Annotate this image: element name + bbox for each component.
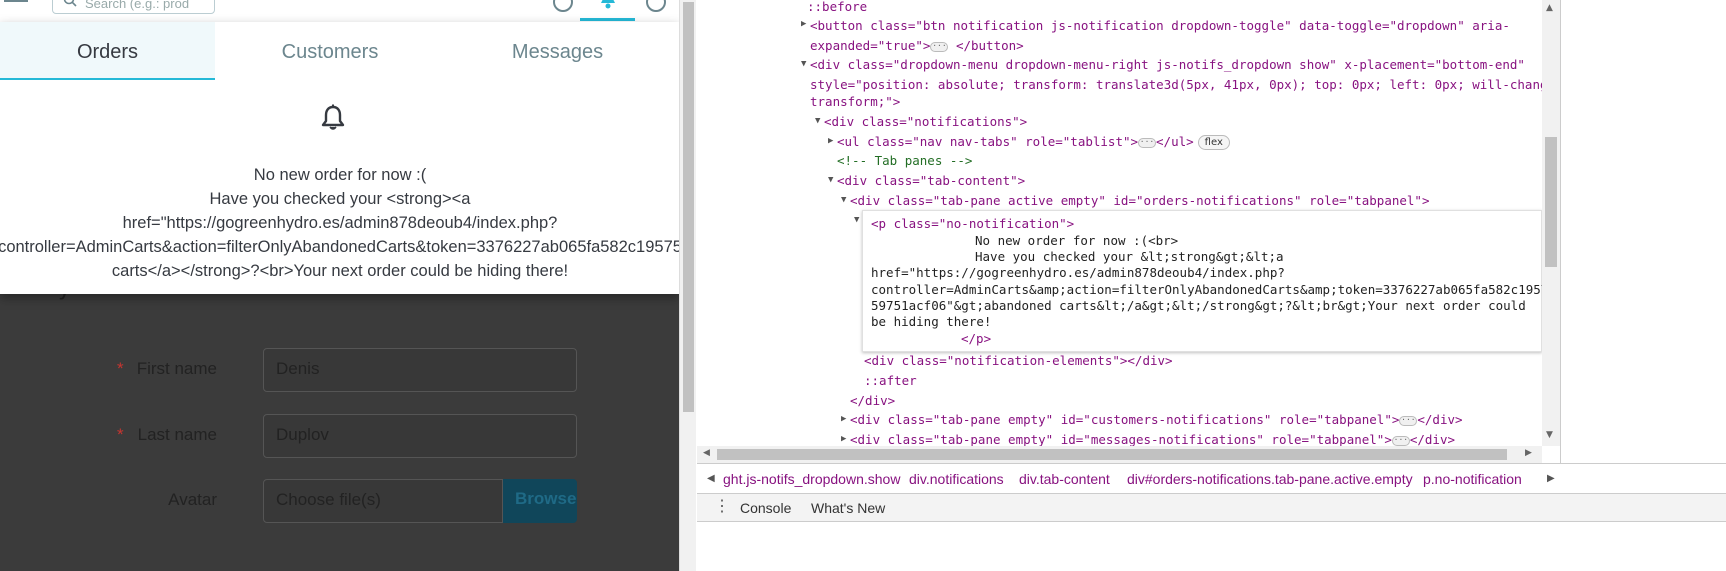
tab-console[interactable]: Console xyxy=(740,500,791,516)
menu-icon[interactable] xyxy=(4,0,28,6)
page-scrollbar[interactable] xyxy=(679,0,696,571)
styles-sidebar xyxy=(1560,0,1726,463)
scroll-up-icon[interactable]: ▲ xyxy=(1546,3,1553,13)
expand-triangle-icon[interactable]: ▶ xyxy=(841,434,846,444)
tree-text: <ul class="nav nav-tabs" role="tablist"> xyxy=(837,134,1139,149)
scroll-right-icon[interactable]: ▶ xyxy=(1525,448,1532,458)
devtools-drawer-tabs: ⋮ Console What's New xyxy=(697,493,1726,521)
scrollbar-thumb[interactable] xyxy=(683,2,694,412)
notification-line: href="https://gogreenhydro.es/admin878de… xyxy=(122,214,558,232)
notification-bell-icon[interactable] xyxy=(596,0,620,14)
collapse-triangle-icon[interactable]: ▼ xyxy=(815,116,820,126)
tree-line[interactable]: <div class="tab-pane empty" id="messages… xyxy=(850,431,1455,446)
tree-text: expanded="true"> xyxy=(810,38,931,53)
notification-line: controller=AdminCarts&action=filterOnlyA… xyxy=(0,238,679,256)
collapse-triangle-icon[interactable]: ▼ xyxy=(841,195,846,205)
bell-icon xyxy=(321,104,345,130)
tree-text-line: be hiding there! xyxy=(871,314,992,329)
first-name-label: First name xyxy=(136,359,217,378)
tree-text: </ul> xyxy=(1156,134,1194,149)
breadcrumb-item-active[interactable]: p.no-notification xyxy=(1423,471,1522,487)
tree-line[interactable]: style="position: absolute; transform: tr… xyxy=(810,76,1542,94)
tree-text-line: href="https://gogreenhydro.es/admin878de… xyxy=(871,265,1285,280)
breadcrumb-scroll-right-icon[interactable]: ▶ xyxy=(1547,473,1555,484)
last-name-field[interactable]: Duplov xyxy=(263,414,577,458)
breadcrumb-item[interactable]: div.notifications xyxy=(909,471,1004,487)
tab-customers[interactable]: Customers xyxy=(215,22,445,80)
dom-breadcrumb: ◀ ght.js-notifs_dropdown.show div.notifi… xyxy=(697,463,1726,493)
horizontal-scrollbar[interactable]: ◀ ▶ xyxy=(697,446,1542,463)
search-icon xyxy=(63,0,77,7)
tab-whats-new[interactable]: What's New xyxy=(811,500,885,516)
profile-icon[interactable] xyxy=(644,0,668,14)
avatar-label: Avatar xyxy=(168,490,217,509)
search-input[interactable]: Search (e.g.: prod xyxy=(52,0,215,14)
no-notification-message: No new order for now :( Have you checked… xyxy=(0,163,679,283)
breadcrumb-item[interactable]: div.tab-content xyxy=(1019,471,1110,487)
drawer-menu-icon[interactable]: ⋮ xyxy=(714,497,730,517)
first-name-field[interactable]: Denis xyxy=(263,348,577,392)
scroll-left-icon[interactable]: ◀ xyxy=(703,448,710,458)
breadcrumb-scroll-left-icon[interactable]: ◀ xyxy=(707,473,715,484)
notification-line: Have you checked your <strong><a xyxy=(209,190,471,208)
tree-text: </button> xyxy=(955,38,1024,53)
avatar-file-input[interactable]: Choose file(s) xyxy=(263,479,503,523)
expand-triangle-icon[interactable]: ▶ xyxy=(801,19,806,29)
admin-page: y * First name Denis * Last name Duplov … xyxy=(0,0,679,571)
notification-line: No new order for now :( xyxy=(253,166,427,184)
ellipsis-icon[interactable]: ··· xyxy=(1138,137,1157,148)
scrollbar-thumb[interactable] xyxy=(1545,137,1557,267)
tree-text: <div class="tab-pane empty" id="messages… xyxy=(850,432,1392,446)
active-indicator xyxy=(580,18,635,21)
tree-line[interactable]: ::after xyxy=(864,372,917,390)
tree-line-selected[interactable]: <p class="no-notification"> xyxy=(871,215,1074,233)
ellipsis-icon[interactable]: ··· xyxy=(1399,415,1418,426)
tree-text: </div> xyxy=(1417,412,1463,427)
tree-line[interactable]: ::before xyxy=(807,0,867,16)
admin-header: Search (e.g.: prod xyxy=(0,0,679,22)
tab-orders[interactable]: Orders xyxy=(0,22,215,80)
tree-line[interactable]: <div class="tab-pane active empty" id="o… xyxy=(850,192,1429,210)
tree-line[interactable]: <div class="tab-pane empty" id="customer… xyxy=(850,411,1463,429)
tree-text: </div> xyxy=(1409,432,1456,446)
scroll-down-icon[interactable]: ▼ xyxy=(1546,430,1553,440)
tree-line[interactable]: <div class="tab-content"> xyxy=(837,172,1025,190)
collapse-triangle-icon[interactable]: ▼ xyxy=(854,215,859,225)
tree-line[interactable]: <button class="btn notification js-notif… xyxy=(810,17,1510,35)
breadcrumb-item[interactable]: ght.js-notifs_dropdown.show xyxy=(723,471,900,487)
notification-tabs: Orders Customers Messages xyxy=(0,22,679,80)
ellipsis-icon[interactable]: ··· xyxy=(1391,435,1410,446)
tree-line[interactable]: <div class="dropdown-menu dropdown-menu-… xyxy=(810,56,1525,74)
collapse-triangle-icon[interactable]: ▼ xyxy=(801,59,806,69)
browse-button[interactable]: Browse xyxy=(503,479,577,523)
tree-line[interactable]: <div class="notification-elements"></div… xyxy=(864,352,1173,370)
tab-messages[interactable]: Messages xyxy=(445,22,670,80)
last-name-label: Last name xyxy=(137,425,217,444)
tree-text: <div class="tab-pane empty" id="customer… xyxy=(850,412,1400,427)
devtools-panel: ::before ▶ <button class="btn notificati… xyxy=(697,0,1726,571)
tree-comment[interactable]: <!-- Tab panes --> xyxy=(837,152,972,170)
flex-badge[interactable]: flex xyxy=(1197,135,1230,150)
breadcrumb-item[interactable]: div#orders-notifications.tab-pane.active… xyxy=(1127,471,1413,487)
scrollbar-thumb[interactable] xyxy=(717,449,1507,460)
tree-line[interactable]: expanded="true"> ··· </button> xyxy=(810,37,1024,55)
vertical-scrollbar[interactable]: ▲ ▼ xyxy=(1542,0,1560,446)
ellipsis-icon[interactable]: ··· xyxy=(930,41,949,52)
expand-triangle-icon[interactable]: ▶ xyxy=(828,136,833,146)
screen: y * First name Denis * Last name Duplov … xyxy=(0,0,1726,571)
elements-tree: ::before ▶ <button class="btn notificati… xyxy=(697,0,1542,446)
notifications-dropdown: Orders Customers Messages No new order f… xyxy=(0,22,679,294)
collapse-triangle-icon[interactable]: ▼ xyxy=(828,175,833,185)
help-icon[interactable] xyxy=(551,0,575,14)
drawer-content xyxy=(697,521,1726,571)
search-placeholder: Search (e.g.: prod xyxy=(85,0,190,11)
expand-triangle-icon[interactable]: ▶ xyxy=(841,414,846,424)
notification-line: carts</a></strong>?<br>Your next order c… xyxy=(111,262,569,280)
tree-line[interactable]: </p> xyxy=(961,330,991,348)
tree-line[interactable]: <ul class="nav nav-tabs" role="tablist">… xyxy=(837,133,1230,151)
tree-line[interactable]: </div> xyxy=(850,392,895,410)
tree-line[interactable]: <div class="notifications"> xyxy=(824,113,1027,131)
tree-line[interactable]: transform;"> xyxy=(810,93,900,111)
